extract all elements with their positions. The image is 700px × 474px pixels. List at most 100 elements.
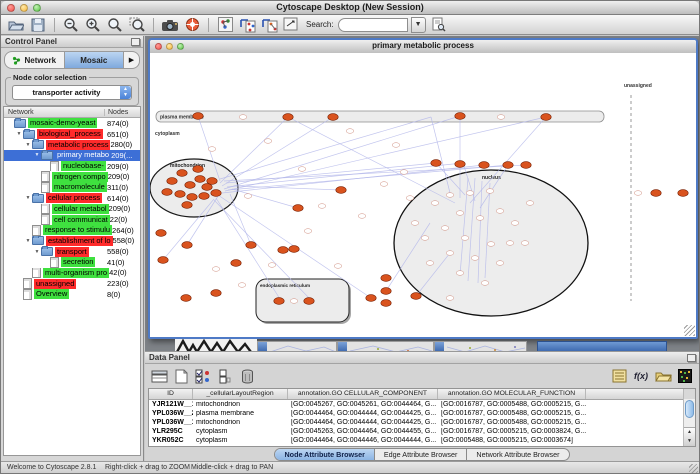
network-node [380, 182, 388, 187]
column-config-icon[interactable] [684, 389, 695, 399]
table-row-ypl036w__2[interactable]: YPL036W__2plasma membrane[GO:0044464, GO… [149, 409, 695, 418]
network-node-selected [231, 260, 241, 267]
network-view-frame[interactable]: primary metabolic process plasma membran… [148, 38, 698, 339]
network-canvas-wrap[interactable]: plasma membranecytoplasmmitochondrionnuc… [150, 53, 696, 337]
tree-row-macromolecule[interactable]: macromolecule311(0) [4, 182, 140, 193]
network-node-selected [158, 257, 168, 264]
tab-mosaic[interactable]: Mosaic [65, 52, 125, 68]
unselect-attributes-icon[interactable] [216, 367, 234, 385]
vizmapper-icon[interactable] [282, 16, 300, 33]
layout-nodes-icon[interactable] [238, 16, 256, 33]
zoom-in-icon[interactable] [84, 16, 102, 33]
select-attributes-icon[interactable] [194, 367, 212, 385]
col-region[interactable]: _cellularLayoutRegion [193, 389, 288, 399]
tree-row-unassigned[interactable]: unassigned223(0) [4, 278, 140, 289]
expand-arrow-icon[interactable]: ▼ [24, 142, 32, 148]
table-row-ykr052c[interactable]: YKR052Ccytoplasm[GO:0044464, GO:0044446,… [149, 436, 695, 445]
background-window-sliver[interactable] [337, 341, 434, 351]
network-frame-titlebar[interactable]: primary metabolic process [150, 40, 696, 54]
function-builder-icon[interactable]: f(x) [632, 367, 650, 385]
network-node-selected [521, 162, 531, 169]
tree-row-response-to-stimulu[interactable]: response to stimulu264(0) [4, 225, 140, 236]
tree-row-cell-communicat[interactable]: cell communicat22(0) [4, 214, 140, 225]
tree-row-primary-metabo[interactable]: ▼primary metabo209(... [4, 150, 140, 161]
tree-row-nitrogen-compo[interactable]: nitrogen compo209(0) [4, 171, 140, 182]
col-cellular-component[interactable]: annotation.GO CELLULAR_COMPONENT [288, 389, 438, 399]
snapshot-camera-icon[interactable] [161, 16, 179, 33]
table-row-ydr039c__1[interactable]: YDR039C__1mitochondrion[GO:0044464, GO:0… [149, 445, 695, 447]
table-row-ylr295c[interactable]: YLR295Ccytoplasm[GO:0045263, GO:0044464,… [149, 427, 695, 436]
tree-row-cellular-metabol[interactable]: cellular metabol209(0) [4, 204, 140, 215]
delete-attribute-icon[interactable] [238, 367, 256, 385]
tab-node-attribute-browser[interactable]: Node Attribute Browser [275, 449, 374, 460]
tree-row-label: biological_process [37, 129, 103, 139]
tree-row-transport[interactable]: ▼transport558(0) [4, 246, 140, 257]
tree-row-cellular-process[interactable]: ▼cellular process614(0) [4, 193, 140, 204]
tab-edge-attribute-browser[interactable]: Edge Attribute Browser [375, 449, 468, 460]
tree-row-mosaic-demo-yeast[interactable]: mosaic-demo-yeast874(0) [4, 118, 140, 129]
node-color-dropdown[interactable]: transporter activity ▲▼ [12, 85, 132, 100]
zoom-out-icon[interactable] [62, 16, 80, 33]
attribute-table-body: YJR121W__1mitochondrion[GO:0045267, GO:0… [149, 400, 695, 447]
network-overview-icon[interactable] [216, 16, 234, 33]
tree-col-network[interactable]: Network [4, 109, 105, 116]
table-row-yjr121w__1[interactable]: YJR121W__1mitochondrion[GO:0045267, GO:0… [149, 400, 695, 409]
tab-network-attribute-browser[interactable]: Network Attribute Browser [467, 449, 568, 460]
search-input[interactable] [338, 18, 408, 32]
zoom-fit-icon[interactable] [106, 16, 124, 33]
open-file-icon[interactable] [7, 16, 25, 33]
zoom-selected-icon[interactable] [128, 16, 146, 33]
more-tabs-arrow[interactable]: ▶ [124, 52, 139, 68]
expand-arrow-icon[interactable]: ▼ [15, 131, 23, 137]
tree-row-nucleobase-[interactable]: nucleobase-209(0) [4, 161, 140, 172]
col-molecular-function[interactable]: annotation.GO MOLECULAR_FUNCTION [438, 389, 586, 399]
network-node [208, 147, 216, 152]
search-dropdown-arrow[interactable]: ▼ [411, 17, 426, 33]
table-row-ypl036w__1[interactable]: YPL036W__1mitochondrion[GO:0044464, GO:0… [149, 418, 695, 427]
matrix-heatmap-icon[interactable] [676, 367, 694, 385]
network-node [426, 261, 434, 266]
attribute-list-icon[interactable] [610, 367, 628, 385]
import-attributes-icon[interactable] [654, 367, 672, 385]
help-lifering-icon[interactable] [183, 16, 201, 33]
background-window-sliver[interactable] [434, 341, 527, 351]
network-canvas[interactable]: plasma membranecytoplasmmitochondrionnuc… [150, 53, 696, 337]
folder-icon [23, 130, 35, 139]
window-titlebar[interactable]: Cytoscape Desktop (New Session) [1, 1, 699, 15]
new-attribute-icon[interactable] [172, 367, 190, 385]
background-window-sliver[interactable] [257, 341, 337, 351]
advanced-search-icon[interactable] [430, 16, 448, 33]
status-bar: Welcome to Cytoscape 2.8.1 Right-click +… [1, 461, 699, 473]
tree-row-multi-organism-pro[interactable]: multi-organism pro42(0) [4, 268, 140, 279]
scrollbar-arrows[interactable]: ▲▼ [684, 427, 695, 446]
network-node [411, 221, 419, 226]
tree-row-secretion[interactable]: secretion41(0) [4, 257, 140, 268]
network-node [476, 216, 484, 221]
attribute-browser-tabgroup: Node Attribute BrowserEdge Attribute Bro… [274, 448, 569, 461]
float-panel-icon[interactable] [687, 354, 696, 362]
background-window-thumbnail[interactable] [175, 339, 257, 351]
background-window-titlebar[interactable] [537, 341, 667, 351]
expand-arrow-icon[interactable]: ▼ [33, 249, 41, 255]
layout-edges-icon[interactable] [260, 16, 278, 33]
window-resize-grip[interactable] [689, 464, 698, 473]
tree-row-biological-process[interactable]: ▼biological_process651(0) [4, 129, 140, 140]
expand-arrow-icon[interactable]: ▼ [24, 238, 32, 244]
table-cell: [GO:0045263, GO:0044464, GO:0044455, G..… [288, 428, 438, 435]
tree-row-establishment-of-lo[interactable]: ▼establishment of lo558(0) [4, 236, 140, 247]
tree-row-overview[interactable]: Overview8(0) [4, 289, 140, 300]
expand-arrow-icon[interactable]: ▼ [33, 152, 41, 158]
expand-arrow-icon[interactable]: ▼ [24, 195, 32, 201]
table-cell: [GO:0016787, GO:0005488, GO:0005215, G..… [438, 419, 586, 426]
save-icon[interactable] [29, 16, 47, 33]
tree-row-metabolic-process[interactable]: ▼metabolic process280(0) [4, 139, 140, 150]
col-id[interactable]: ID [149, 389, 193, 399]
table-cell: [GO:0016787, GO:0005215, GO:0003824, G..… [438, 428, 586, 435]
tab-network[interactable]: Network [5, 52, 65, 68]
scrollbar-thumb[interactable] [685, 400, 694, 418]
float-panel-icon[interactable] [131, 38, 140, 46]
attribute-table-icon[interactable] [150, 367, 168, 385]
frame-resize-grip[interactable] [684, 325, 695, 336]
table-scrollbar[interactable]: ▲▼ [683, 399, 695, 446]
tree-col-nodes[interactable]: Nodes [105, 109, 140, 116]
